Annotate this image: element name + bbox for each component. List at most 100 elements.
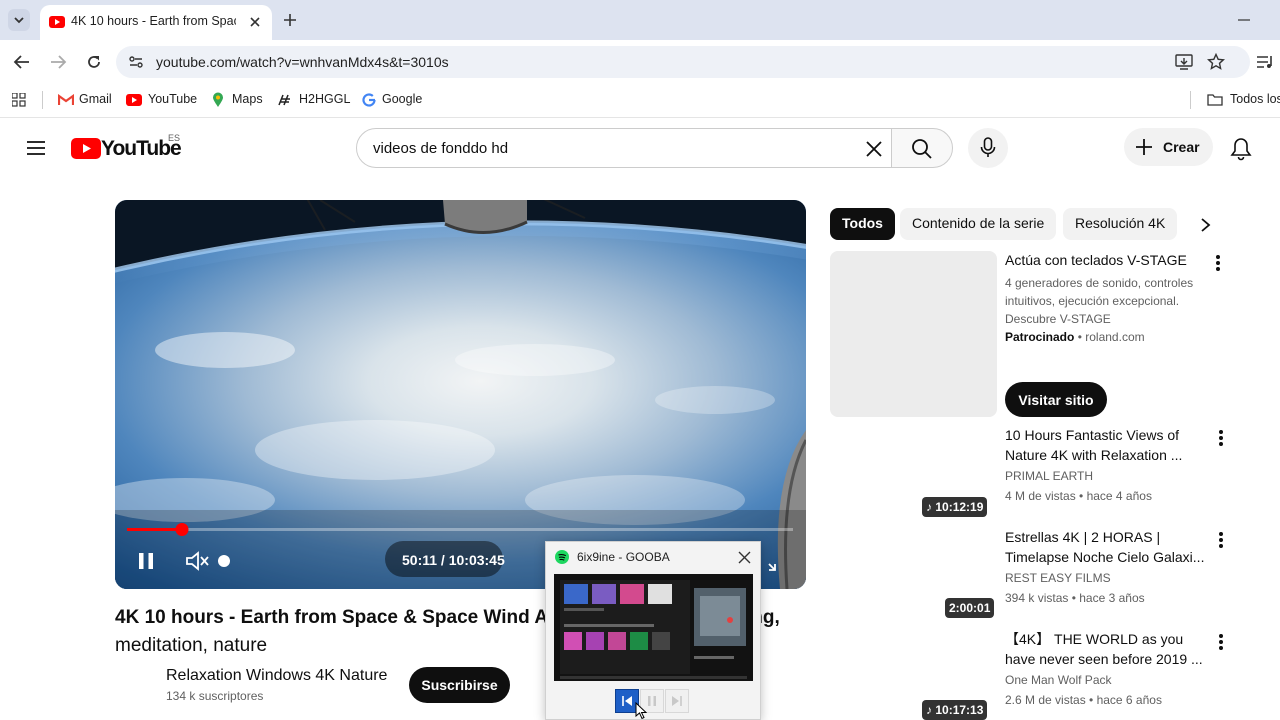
search-icon	[912, 139, 932, 159]
omnibox[interactable]: youtube.com/watch?v=wnhvanMdx4s&t=3010s	[116, 46, 1250, 78]
chevron-right-icon[interactable]	[1199, 217, 1211, 233]
all-bookmarks[interactable]: Todos los	[1230, 92, 1280, 106]
subscriber-count: 134 k suscriptores	[166, 689, 264, 703]
bookmark-youtube[interactable]: YouTube	[148, 92, 197, 106]
search-query: videos de fonddo hd	[373, 140, 509, 157]
visit-site-button[interactable]: Visitar sitio	[1005, 382, 1107, 417]
bookmark-maps[interactable]: Maps	[232, 92, 263, 106]
music-note-icon: ♪	[926, 703, 932, 717]
video-item-meta: 394 k vistas • hace 3 años	[1005, 591, 1145, 605]
youtube-favicon-icon	[49, 16, 65, 28]
media-control-icon[interactable]	[1256, 54, 1274, 70]
spotify-screen-preview	[554, 574, 753, 681]
voice-search-button[interactable]	[968, 128, 1008, 168]
video-item-title-line1: Estrellas 4K | 2 HORAS |	[1005, 529, 1161, 545]
youtube-icon	[126, 94, 142, 106]
video-item-meta: 4 M de vistas • hace 4 años	[1005, 489, 1152, 503]
more-actions-icon[interactable]	[1216, 255, 1220, 271]
video-item-channel: PRIMAL EARTH	[1005, 469, 1094, 483]
video-item-channel: REST EASY FILMS	[1005, 571, 1111, 585]
music-note-icon: ♪	[926, 500, 932, 514]
notifications-bell-icon[interactable]	[1230, 137, 1252, 161]
gmail-icon	[58, 94, 74, 105]
mini-player-title: 6ix9ine - GOOBA	[577, 550, 670, 564]
new-tab-icon[interactable]	[282, 12, 298, 28]
ad-thumbnail[interactable]	[830, 251, 997, 417]
site-info-icon[interactable]	[128, 54, 144, 70]
ad-description-line: intuitivos, ejecución excepcional.	[1005, 294, 1180, 308]
close-tab-icon[interactable]	[247, 14, 263, 30]
next-track-icon	[672, 696, 682, 706]
menu-icon[interactable]	[26, 140, 46, 156]
maps-pin-icon	[213, 92, 223, 107]
video-player[interactable]: 50:11 / 10:03:45	[115, 200, 806, 589]
install-app-icon[interactable]	[1175, 54, 1193, 70]
active-tab[interactable]: 4K 10 hours - Earth from Space	[40, 5, 272, 40]
folder-icon	[1207, 94, 1223, 106]
ad-title[interactable]: Actúa con teclados V-STAGE	[1005, 250, 1205, 270]
video-item-channel: One Man Wolf Pack	[1005, 673, 1112, 687]
duration-text: 2:00:01	[949, 601, 991, 615]
clear-search-icon[interactable]	[865, 140, 883, 158]
apps-grid-icon[interactable]	[12, 93, 26, 107]
duration-text: 10:12:19	[935, 500, 984, 514]
bookmark-gmail[interactable]: Gmail	[79, 92, 112, 106]
chevron-down-icon	[14, 17, 24, 24]
search-input[interactable]: videos de fonddo hd	[356, 128, 892, 168]
bookmark-h2hggl[interactable]: H2HGGL	[299, 92, 350, 106]
progress-played	[127, 528, 182, 531]
microphone-icon	[980, 137, 996, 157]
youtube-logo[interactable]: YouTube ES	[71, 133, 182, 161]
duration-text: 10:17:13	[935, 703, 984, 717]
mini-player-preview	[554, 574, 753, 681]
next-track-button[interactable]	[665, 689, 689, 713]
pause-icon[interactable]	[138, 552, 154, 570]
minimize-icon[interactable]	[1237, 18, 1251, 22]
bookmarks-divider	[1190, 91, 1191, 109]
video-item-title-line2: Timelapse Noche Cielo Galaxi...	[1005, 549, 1205, 565]
video-item-title-line2: have never seen before 2019 ...	[1005, 651, 1203, 667]
reload-icon[interactable]	[85, 53, 103, 71]
back-icon[interactable]	[13, 54, 31, 70]
bookmark-google[interactable]: Google	[382, 92, 422, 106]
chip-resolucion-4k[interactable]: Resolución 4K	[1063, 208, 1178, 240]
create-button[interactable]: Crear	[1124, 128, 1213, 166]
address-bar-row: youtube.com/watch?v=wnhvanMdx4s&t=3010s	[0, 40, 1280, 84]
more-actions-icon[interactable]	[1219, 634, 1223, 650]
spotify-icon	[555, 550, 569, 564]
duration-badge: ♪ 10:12:19	[922, 497, 988, 517]
duration-badge: 2:00:01	[945, 598, 995, 618]
muted-volume-icon[interactable]	[185, 550, 211, 572]
video-title-line2: meditation, nature	[115, 635, 268, 656]
ad-description-line: Descubre V-STAGE	[1005, 312, 1111, 326]
more-actions-icon[interactable]	[1219, 430, 1223, 446]
tab-search-button[interactable]	[8, 9, 30, 31]
duration-badge: ♪ 10:17:13	[922, 700, 988, 720]
chip-contenido-serie[interactable]: Contenido de la serie	[900, 208, 1057, 240]
chip-todos[interactable]: Todos	[830, 208, 895, 240]
subscribe-button[interactable]: Suscribirse	[409, 667, 510, 703]
tab-strip: 4K 10 hours - Earth from Space	[0, 0, 1280, 40]
create-label: Crear	[1163, 139, 1200, 155]
volume-slider-knob[interactable]	[218, 555, 230, 567]
youtube-play-logo-icon	[71, 138, 101, 159]
chrome-divider	[0, 117, 1280, 118]
sponsored-label: Patrocinado	[1005, 330, 1075, 344]
forward-icon[interactable]	[49, 54, 67, 70]
channel-name[interactable]: Relaxation Windows 4K Nature	[166, 667, 387, 685]
bookmark-star-icon[interactable]	[1207, 53, 1225, 71]
ad-description-line: 4 generadores de sonido, controles	[1005, 276, 1194, 290]
plus-icon	[1136, 139, 1152, 155]
close-icon[interactable]	[738, 551, 751, 564]
ad-domain: roland.com	[1085, 330, 1145, 344]
h2hggl-icon	[278, 94, 290, 106]
spotify-mini-player[interactable]: 6ix9ine - GOOBA	[545, 541, 761, 720]
search-button[interactable]	[891, 128, 953, 168]
more-actions-icon[interactable]	[1219, 532, 1223, 548]
fullscreen-icon[interactable]	[760, 555, 776, 571]
bookmarks-divider	[42, 91, 43, 109]
progress-track	[127, 528, 793, 531]
google-icon	[362, 93, 376, 107]
region-code: ES	[168, 133, 181, 143]
tab-title: 4K 10 hours - Earth from Space	[71, 14, 236, 28]
